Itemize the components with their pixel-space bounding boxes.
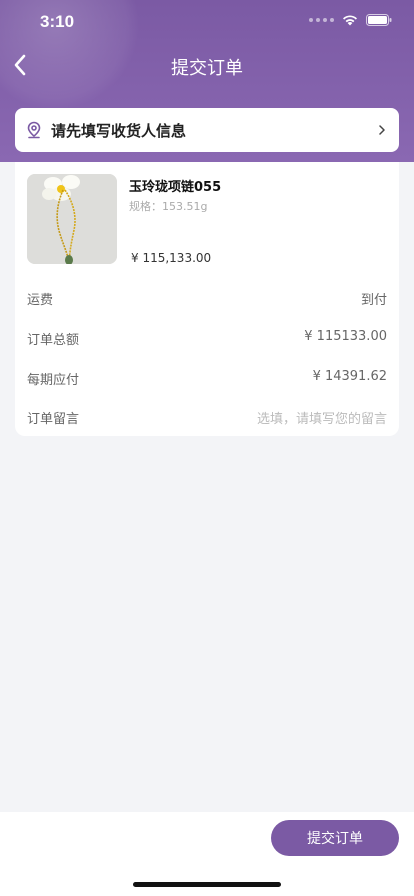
- home-indicator: [133, 882, 281, 887]
- order-total-value: ¥ 115133.00: [304, 329, 387, 344]
- address-prompt: 请先填写收货人信息: [51, 121, 187, 140]
- chevron-right-icon: [377, 120, 387, 144]
- order-total-row: 订单总额 ¥ 115133.00: [27, 329, 387, 349]
- message-row[interactable]: 订单留言 选填，请填写您的留言: [27, 408, 387, 428]
- installment-label: 每期应付: [27, 373, 80, 388]
- wifi-icon: [343, 15, 357, 26]
- message-label: 订单留言: [27, 412, 80, 427]
- location-pin-icon: [25, 121, 43, 139]
- signal-icon: [309, 18, 334, 22]
- installment-value: ¥ 14391.62: [312, 369, 387, 384]
- shipping-value: 到付: [360, 293, 387, 308]
- installment-row: 每期应付 ¥ 14391.62: [27, 369, 387, 389]
- order-card: 玉玲珑项链055 规格：153.51g ¥ 115,133.00 运费 到付 订…: [15, 162, 399, 436]
- product-price: ¥ 115,133.00: [131, 251, 212, 265]
- order-total-label: 订单总额: [27, 333, 80, 348]
- status-time: 3:10: [40, 12, 75, 31]
- battery-icon: [366, 14, 392, 26]
- status-bar: 3:10: [0, 0, 414, 44]
- product-image: [27, 174, 117, 264]
- product-name: 玉玲珑项链055: [129, 180, 222, 195]
- page-title: 提交订单: [171, 58, 243, 79]
- shipping-row: 运费 到付: [27, 289, 387, 309]
- status-icons: [309, 14, 392, 26]
- bottom-bar: 提交订单: [0, 812, 414, 896]
- address-selector[interactable]: 请先填写收货人信息: [15, 108, 399, 152]
- shipping-label: 运费: [27, 293, 54, 308]
- message-input[interactable]: 选填，请填写您的留言: [257, 408, 387, 427]
- submit-order-button[interactable]: 提交订单: [271, 820, 399, 856]
- product-spec: 规格：153.51g: [129, 200, 208, 213]
